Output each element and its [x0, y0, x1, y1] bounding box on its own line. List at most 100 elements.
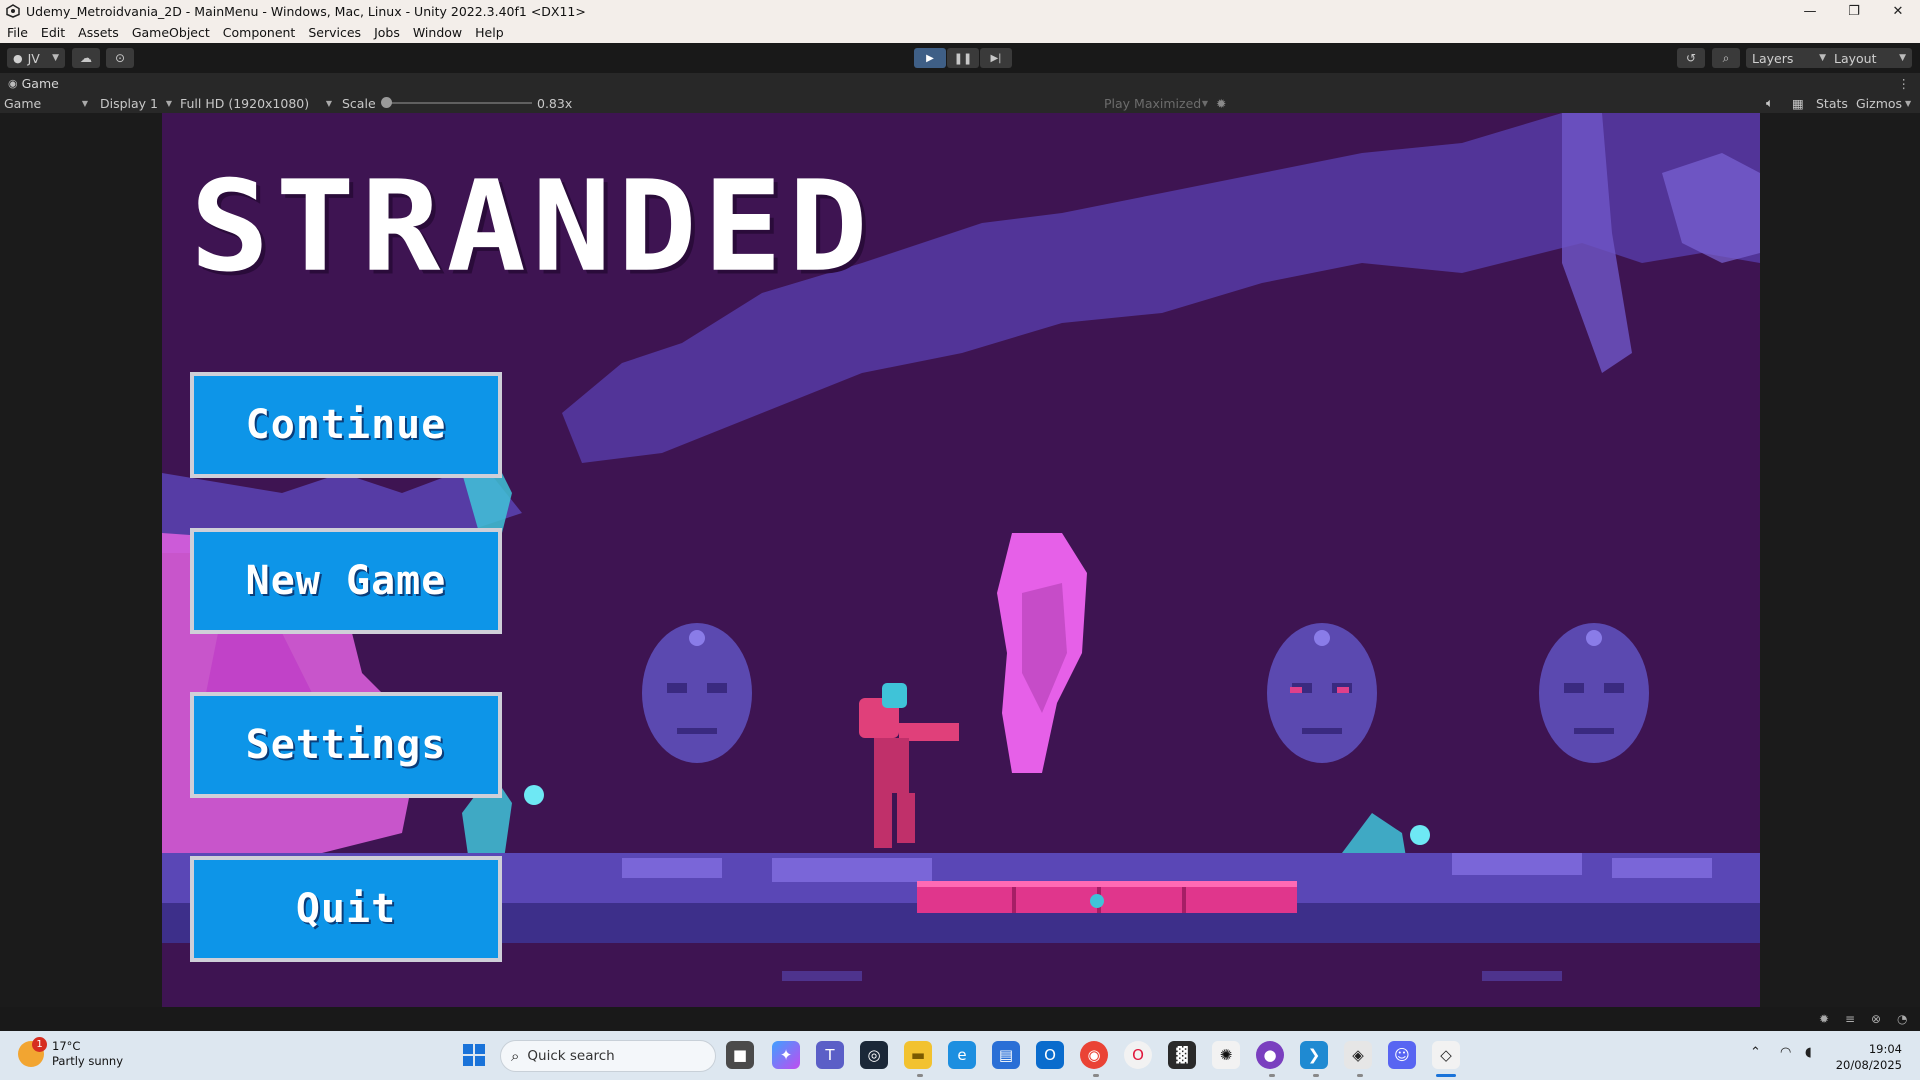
menu-gameobject[interactable]: GameObject: [125, 25, 216, 40]
game-title: STRANDED: [190, 153, 874, 301]
debug-icon[interactable]: ✹: [1819, 1012, 1833, 1026]
unity-logo-icon: [6, 4, 20, 18]
scale-value: 0.83x: [537, 95, 573, 111]
resolution-label: Full HD (1920x1080): [180, 95, 310, 111]
store-icon[interactable]: ▤: [992, 1041, 1020, 1069]
chevron-down-icon: ▼: [81, 98, 88, 108]
chevron-up-icon[interactable]: ⌃: [1750, 1045, 1761, 1060]
copilot-icon[interactable]: ✦: [772, 1041, 800, 1069]
weather-badge: 1: [32, 1037, 47, 1052]
unity-editor-icon[interactable]: ◇: [1432, 1041, 1460, 1069]
continue-button[interactable]: Continue: [190, 372, 502, 478]
search-icon[interactable]: ⌕: [1712, 48, 1740, 68]
opera-icon[interactable]: O: [1124, 1041, 1152, 1069]
chrome-icon[interactable]: ◉: [1080, 1041, 1108, 1069]
audio-icon[interactable]: 🔈︎: [1766, 95, 1774, 111]
quit-button[interactable]: Quit: [190, 856, 502, 962]
running-indicator: [1269, 1074, 1275, 1077]
display-label: Display 1: [100, 95, 159, 111]
menu-bar: File Edit Assets GameObject Component Se…: [0, 22, 1920, 43]
close-button[interactable]: ✕: [1876, 0, 1920, 22]
gamepad-icon: ◉: [8, 76, 18, 90]
account-label: JV: [27, 50, 40, 66]
game-tab-row: ◉ Game ⋮: [0, 73, 1920, 93]
chevron-down-icon: ▼: [1899, 53, 1906, 63]
running-indicator: [917, 1074, 923, 1077]
menu-window[interactable]: Window: [406, 25, 468, 40]
github-desktop-icon[interactable]: ●: [1256, 1041, 1284, 1069]
outlook-icon[interactable]: O: [1036, 1041, 1064, 1069]
step-button[interactable]: ▶|: [980, 48, 1012, 68]
menu-file[interactable]: File: [0, 25, 34, 40]
layers-dropdown[interactable]: Layers ▼: [1746, 48, 1832, 68]
more-options-icon[interactable]: ⋮: [1898, 76, 1911, 91]
aspect-icon[interactable]: ▦: [1792, 95, 1804, 111]
vscode-icon[interactable]: ❯: [1300, 1041, 1328, 1069]
restore-button[interactable]: ❐: [1832, 0, 1876, 22]
step-icon: ▶|: [990, 52, 1002, 64]
gizmos-button[interactable]: Gizmos: [1856, 95, 1902, 111]
history-icon[interactable]: ↺: [1677, 48, 1705, 68]
play-mode-label: Play Maximized: [1104, 95, 1202, 111]
notifications-icon[interactable]: ◔: [1897, 1012, 1911, 1026]
game-controls-bar: Game ▼ Display 1 ▼ Full HD (1920x1080) ▼…: [0, 93, 1920, 113]
stats-button[interactable]: Stats: [1816, 95, 1848, 111]
teams-icon[interactable]: T: [816, 1041, 844, 1069]
display-dropdown[interactable]: Display 1 ▼: [100, 95, 172, 111]
chevron-down-icon[interactable]: ▼: [1905, 95, 1911, 111]
weather-temp: 17°C: [52, 1039, 81, 1053]
wifi-icon[interactable]: ◠: [1780, 1045, 1791, 1060]
minimize-button[interactable]: —: [1788, 0, 1832, 22]
terminal-icon[interactable]: ▓: [1168, 1041, 1196, 1069]
menu-jobs[interactable]: Jobs: [367, 25, 406, 40]
edge-icon[interactable]: e: [948, 1041, 976, 1069]
file-explorer-dark-icon[interactable]: ■: [726, 1041, 754, 1069]
menu-help[interactable]: Help: [468, 25, 510, 40]
chatgpt-icon[interactable]: ✺: [1212, 1041, 1240, 1069]
collab-icon[interactable]: ⊙: [106, 48, 134, 68]
active-indicator: [1436, 1074, 1456, 1077]
running-indicator: [1093, 1074, 1099, 1077]
account-dropdown[interactable]: ● JV ▼: [7, 48, 65, 68]
discord-icon[interactable]: ☺: [1388, 1041, 1416, 1069]
windows-taskbar: 1 17°C Partly sunny ⌕ Quick search ■ ✦ T…: [0, 1031, 1920, 1080]
main-toolbar: ● JV ▼ ☁ ⊙ ▶ ❚❚ ▶| ↺ ⌕ Layers ▼ Layout ▼: [0, 43, 1920, 73]
menu-component[interactable]: Component: [216, 25, 302, 40]
window-titlebar: Udemy_Metroidvania_2D - MainMenu - Windo…: [0, 0, 1920, 22]
resolution-dropdown[interactable]: Full HD (1920x1080) ▼: [180, 95, 332, 111]
scale-slider-handle[interactable]: [381, 97, 392, 108]
cloud-icon[interactable]: ☁: [72, 48, 100, 68]
volume-icon[interactable]: ◖: [1805, 1045, 1812, 1060]
scale-slider-track[interactable]: [386, 102, 532, 104]
menu-edit[interactable]: Edit: [34, 25, 71, 40]
bug-icon[interactable]: ✹: [1216, 95, 1226, 111]
chevron-down-icon: ▼: [1201, 98, 1208, 108]
play-mode-dropdown[interactable]: Play Maximized ▼: [1104, 95, 1208, 111]
taskbar-clock[interactable]: 19:04 20/08/2025: [1836, 1041, 1902, 1073]
windows-start-icon[interactable]: [460, 1041, 488, 1069]
game-viewport[interactable]: STRANDED Continue New Game Settings Quit: [162, 113, 1760, 1007]
game-mode-label: Game: [4, 95, 42, 111]
network-icon[interactable]: ⊗: [1871, 1012, 1885, 1026]
game-mode-dropdown[interactable]: Game ▼: [4, 95, 88, 111]
play-button[interactable]: ▶: [914, 48, 946, 68]
menu-assets[interactable]: Assets: [71, 25, 125, 40]
chevron-down-icon: ▼: [52, 53, 59, 63]
progress-icon[interactable]: ≡: [1845, 1012, 1859, 1026]
folder-icon[interactable]: ▬: [904, 1041, 932, 1069]
tab-game[interactable]: Game: [22, 76, 59, 91]
chevron-down-icon: ▼: [1819, 53, 1826, 63]
pause-button[interactable]: ❚❚: [947, 48, 979, 68]
taskbar-search[interactable]: ⌕ Quick search: [500, 1040, 716, 1072]
running-indicator: [1357, 1074, 1363, 1077]
account-icon: ●: [13, 51, 23, 65]
chevron-down-icon: ▼: [165, 98, 172, 108]
steam-icon[interactable]: ◎: [860, 1041, 888, 1069]
menu-services[interactable]: Services: [301, 25, 367, 40]
settings-button[interactable]: Settings: [190, 692, 502, 798]
weather-widget[interactable]: 1 17°C Partly sunny: [18, 1037, 123, 1069]
new-game-button[interactable]: New Game: [190, 528, 502, 634]
clock-date: 20/08/2025: [1835, 1058, 1902, 1072]
unity-hub-icon[interactable]: ◈: [1344, 1041, 1372, 1069]
layout-dropdown[interactable]: Layout ▼: [1828, 48, 1912, 68]
